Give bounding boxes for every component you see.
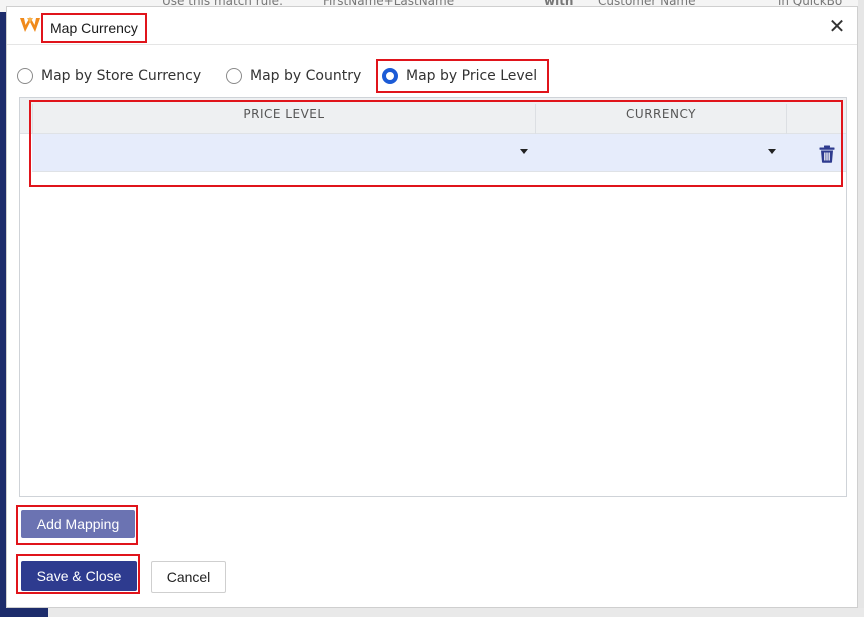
annotation-highlight-grid-row xyxy=(29,100,843,187)
radio-label: Map by Store Currency xyxy=(41,68,202,84)
radio-label: Map by Country xyxy=(250,68,362,84)
dialog-titlebar: Map Currency ✕ xyxy=(7,7,857,45)
cancel-button[interactable]: Cancel xyxy=(151,561,226,593)
background-app-right xyxy=(858,0,864,617)
background-app-bottom xyxy=(0,608,864,617)
annotation-highlight-price-level-option xyxy=(376,59,549,93)
close-icon[interactable]: ✕ xyxy=(827,16,847,36)
app-logo-icon xyxy=(20,17,40,32)
annotation-highlight-save-close xyxy=(16,554,140,594)
radio-unchecked-icon xyxy=(226,68,242,84)
annotation-highlight-add-mapping xyxy=(16,505,138,545)
radio-unchecked-icon xyxy=(17,68,33,84)
dialog-title: Map Currency xyxy=(41,13,147,43)
